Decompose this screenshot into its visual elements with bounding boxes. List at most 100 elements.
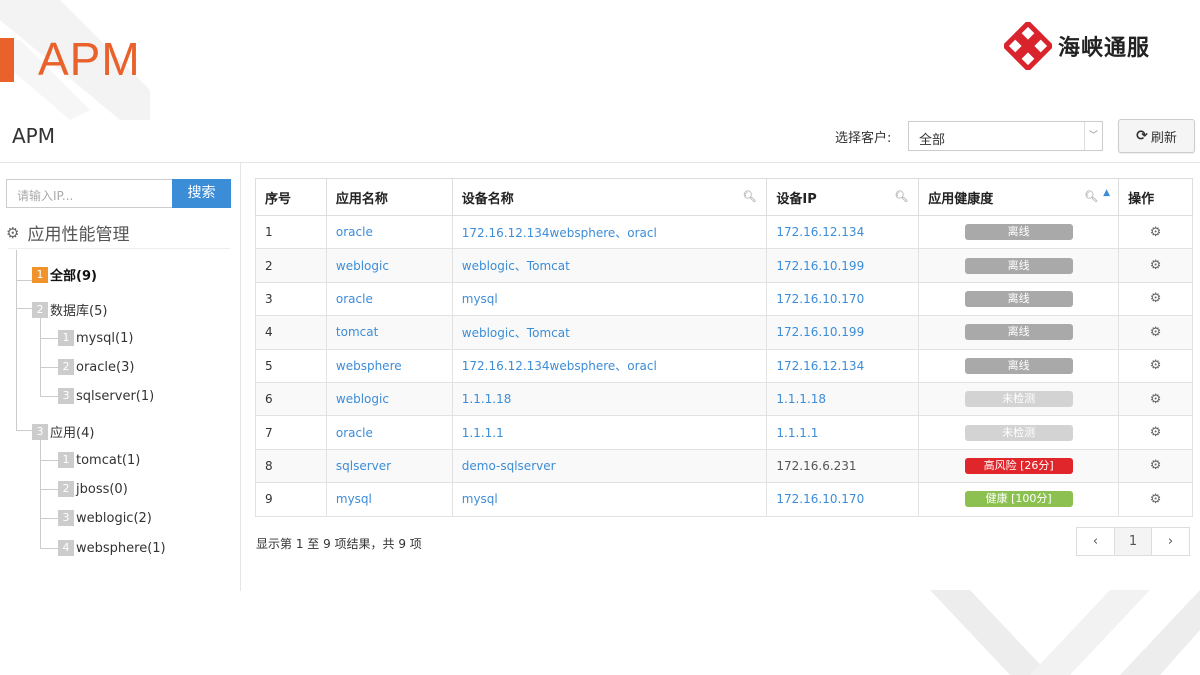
- health-badge: 离线: [964, 257, 1073, 274]
- tree-node-database[interactable]: 2 数据库(5): [32, 300, 107, 319]
- gear-icon[interactable]: ⚙: [1150, 492, 1162, 507]
- tree-node-all[interactable]: 1 全部(9): [32, 265, 97, 284]
- cell-device-ip[interactable]: 172.16.10.199: [766, 315, 920, 350]
- cell-device-name[interactable]: demo-sqlserver: [451, 448, 768, 484]
- cell-device-name[interactable]: 172.16.12.134websphere、oracl: [451, 214, 768, 250]
- column-header-no[interactable]: 序号: [255, 178, 327, 216]
- tree-node-sqlserver[interactable]: 3 sqlserver(1): [58, 388, 154, 404]
- tree-node-label: weblogic(2): [76, 510, 152, 526]
- tree-node-oracle[interactable]: 2 oracle(3): [58, 359, 134, 375]
- gear-icon[interactable]: ⚙: [1150, 258, 1162, 273]
- cell-no: 8: [255, 448, 327, 484]
- tree-node-label: mysql(1): [76, 330, 134, 346]
- cell-actions: ⚙: [1118, 448, 1193, 484]
- cell-device-name[interactable]: mysql: [451, 281, 768, 317]
- cell-actions: ⚙: [1118, 348, 1193, 383]
- tree-node-label: 全部(9): [50, 269, 97, 284]
- cell-device-ip[interactable]: 172.16.12.134: [766, 348, 920, 383]
- chevron-down-icon: ﹀: [1084, 122, 1102, 150]
- gear-icon[interactable]: ⚙: [1150, 225, 1162, 240]
- gear-icon[interactable]: ⚙: [1150, 392, 1162, 407]
- title-accent-bar: [0, 38, 14, 82]
- column-header-device-ip[interactable]: 设备IP 🔍︎: [766, 178, 920, 216]
- search-button[interactable]: 搜索: [172, 179, 231, 208]
- cell-device-name[interactable]: weblogic、Tomcat: [451, 248, 768, 283]
- tree-line: [40, 367, 58, 368]
- cell-device-name[interactable]: mysql: [451, 482, 768, 517]
- cell-app-name[interactable]: weblogic: [325, 381, 453, 417]
- table-row: 3 oracle mysql 172.16.10.170 离线 ⚙: [255, 281, 1193, 317]
- tree-node-index: 3: [58, 388, 74, 404]
- next-page-button[interactable]: ›: [1151, 527, 1190, 556]
- tree-node-weblogic[interactable]: 3 weblogic(2): [58, 510, 152, 526]
- cell-app-name[interactable]: weblogic: [325, 248, 453, 283]
- cell-device-ip[interactable]: 1.1.1.1: [766, 415, 920, 450]
- cell-app-name[interactable]: mysql: [325, 482, 453, 517]
- cell-device-ip[interactable]: 172.16.10.199: [766, 248, 920, 283]
- health-badge: 未检测: [964, 424, 1073, 441]
- search-icon[interactable]: 🔍︎: [742, 190, 756, 203]
- cell-no: 1: [255, 214, 327, 250]
- tree-node-label: jboss(0): [76, 481, 128, 497]
- gear-icon[interactable]: ⚙: [1150, 425, 1162, 440]
- column-header-health[interactable]: 应用健康度 🔍︎ ▲: [918, 178, 1120, 216]
- tree-node-tomcat[interactable]: 1 tomcat(1): [58, 452, 140, 468]
- refresh-button[interactable]: ⟳ 刷新: [1118, 119, 1195, 153]
- cell-no: 5: [255, 348, 327, 383]
- page-button-1[interactable]: 1: [1114, 527, 1152, 556]
- gear-icon[interactable]: ⚙: [1150, 325, 1162, 340]
- tree-node-index: 1: [58, 330, 74, 346]
- gear-icon[interactable]: ⚙: [1150, 458, 1162, 473]
- cell-app-name[interactable]: websphere: [325, 348, 453, 383]
- ip-search-input[interactable]: 请输入IP...: [6, 179, 172, 208]
- cell-device-ip[interactable]: 1.1.1.18: [766, 381, 920, 417]
- tree-node-websphere[interactable]: 4 websphere(1): [58, 540, 166, 556]
- customer-select-value: 全部: [919, 133, 946, 148]
- column-header-device-name[interactable]: 设备名称 🔍︎: [451, 178, 768, 216]
- cell-app-name[interactable]: oracle: [325, 214, 453, 250]
- tree-root-label: 应用性能管理: [27, 225, 130, 245]
- table-row: 2 weblogic weblogic、Tomcat 172.16.10.199 离线 ⚙: [255, 248, 1193, 283]
- tree-node-label: tomcat(1): [76, 452, 141, 468]
- tree-line: [40, 438, 41, 548]
- gear-icon[interactable]: ⚙: [1150, 358, 1162, 373]
- cell-device-name[interactable]: 1.1.1.18: [451, 381, 768, 417]
- column-header-app-name[interactable]: 应用名称: [325, 178, 453, 216]
- cell-device-ip[interactable]: 172.16.10.170: [766, 281, 920, 317]
- health-badge: 离线: [964, 357, 1073, 374]
- gear-icon[interactable]: ⚙: [1150, 291, 1162, 306]
- tree-node-application[interactable]: 3 应用(4): [32, 422, 94, 441]
- search-icon[interactable]: 🔍︎: [1084, 190, 1098, 203]
- column-header-actions: 操作: [1118, 178, 1193, 216]
- tree-line: [40, 548, 58, 549]
- cell-device-ip[interactable]: 172.16.12.134: [766, 214, 920, 250]
- sort-asc-icon[interactable]: ▲: [1103, 188, 1110, 198]
- table-row: 8 sqlserver demo-sqlserver 172.16.6.231 高风险 …: [255, 448, 1193, 484]
- cell-app-name[interactable]: oracle: [325, 281, 453, 317]
- cell-device-name[interactable]: 172.16.12.134websphere、oracl: [451, 348, 768, 383]
- table-row: 1 oracle 172.16.12.134websphere、oracl 172.1…: [255, 214, 1193, 250]
- cell-app-name[interactable]: oracle: [325, 415, 453, 450]
- prev-page-button[interactable]: ‹: [1076, 527, 1115, 556]
- cell-actions: ⚙: [1118, 482, 1193, 517]
- customer-select[interactable]: 全部 ﹀: [908, 121, 1103, 151]
- header-divider: [0, 162, 1200, 163]
- cell-device-ip[interactable]: 172.16.10.170: [766, 482, 920, 517]
- page-heading: APM: [12, 124, 55, 148]
- tree-node-index: 2: [32, 301, 48, 318]
- cell-health: 健康 [100分]: [918, 482, 1120, 517]
- cell-app-name[interactable]: sqlserver: [325, 448, 453, 484]
- table-row: 7 oracle 1.1.1.1 1.1.1.1 未检测 ⚙: [255, 415, 1193, 450]
- refresh-button-label: 刷新: [1150, 130, 1177, 146]
- cell-device-ip[interactable]: 172.16.6.231: [766, 448, 920, 484]
- cell-no: 7: [255, 415, 327, 450]
- tree-node-label: websphere(1): [76, 540, 166, 556]
- health-badge: 离线: [964, 224, 1073, 241]
- cell-app-name[interactable]: tomcat: [325, 315, 453, 350]
- tree-node-mysql[interactable]: 1 mysql(1): [58, 330, 133, 346]
- tree-node-jboss[interactable]: 2 jboss(0): [58, 481, 128, 497]
- search-icon[interactable]: 🔍︎: [894, 190, 908, 203]
- tree-root[interactable]: ⚙ 应用性能管理: [6, 220, 130, 246]
- cell-device-name[interactable]: weblogic、Tomcat: [451, 315, 768, 350]
- cell-device-name[interactable]: 1.1.1.1: [451, 415, 768, 450]
